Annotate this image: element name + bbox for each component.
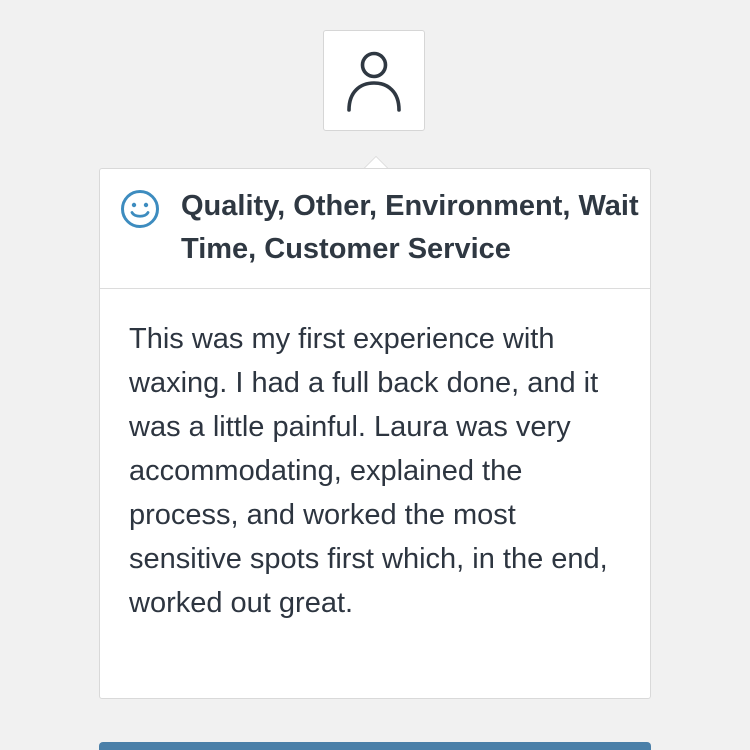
review-card: Quality, Other, Environment, Wait Time, … [99, 168, 651, 699]
review-body-text: This was my first experience with waxing… [129, 323, 608, 619]
review-page: Quality, Other, Environment, Wait Time, … [0, 0, 750, 750]
avatar [323, 30, 425, 131]
review-card-header: Quality, Other, Environment, Wait Time, … [100, 169, 650, 289]
user-icon [347, 51, 401, 112]
smile-icon [121, 190, 159, 228]
review-categories-title: Quality, Other, Environment, Wait Time, … [181, 190, 639, 265]
action-bar[interactable] [99, 742, 651, 750]
